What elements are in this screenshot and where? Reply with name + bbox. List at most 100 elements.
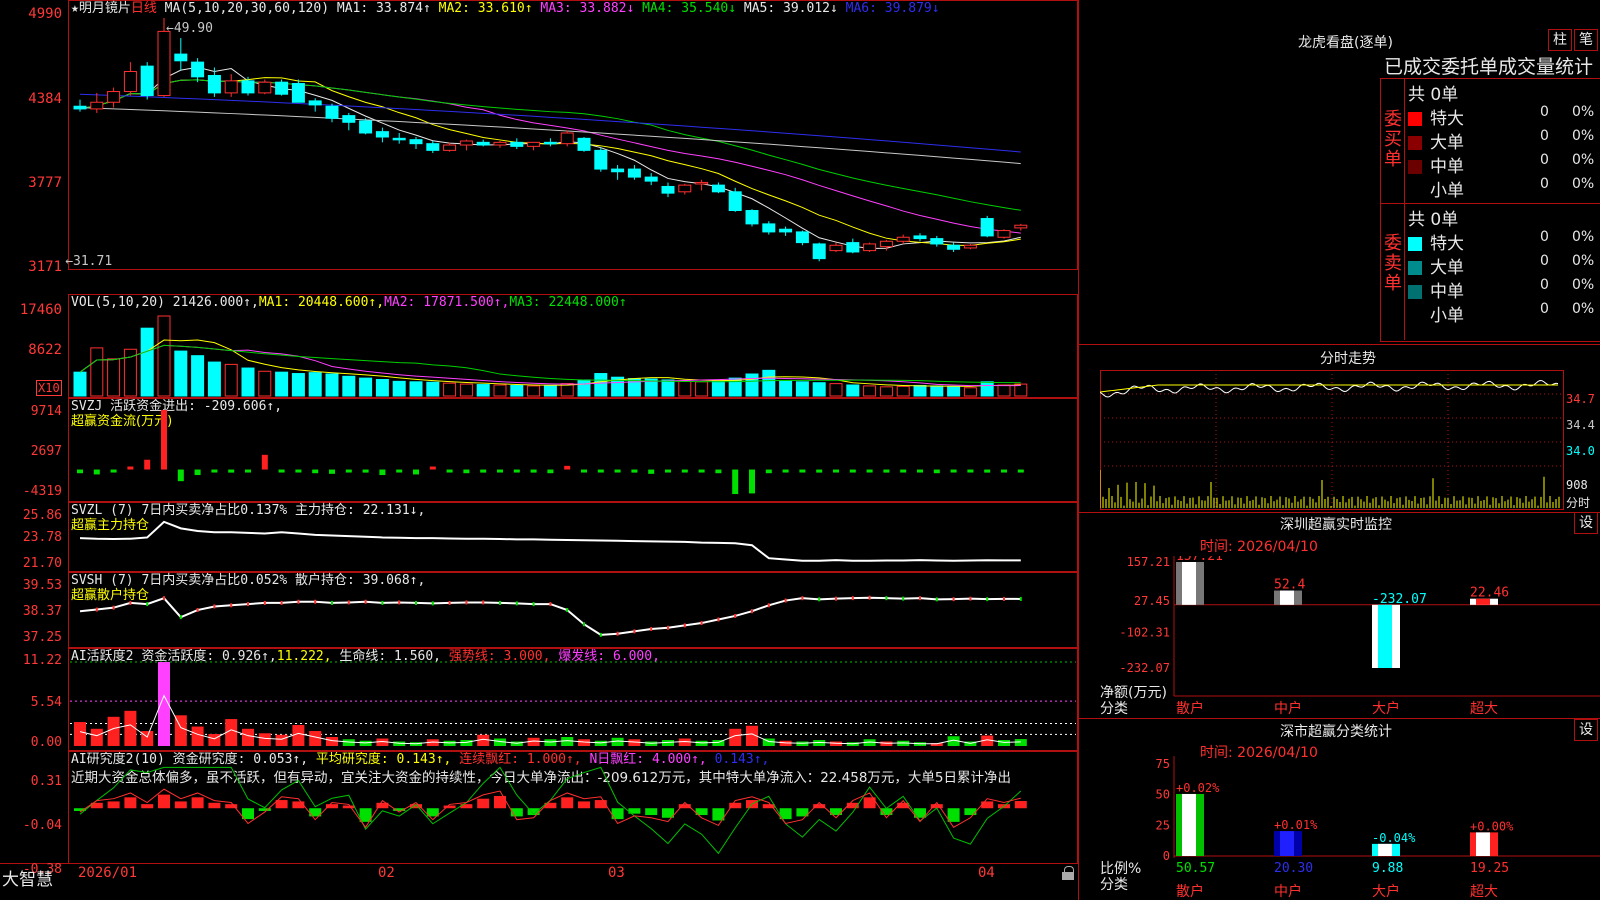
candle-body (174, 53, 188, 62)
monitor-category-label: 大户 (1372, 701, 1400, 717)
low-marker: ←31.71 (65, 254, 112, 269)
order-type-label: 大单 (1430, 133, 1464, 153)
volume-bar (863, 385, 877, 397)
class-change-label: +0.02% (1176, 781, 1220, 795)
intraday-vol: 908 (1566, 478, 1588, 492)
monitor-ytick: -102.31 (1119, 626, 1170, 640)
active-bar (695, 740, 708, 746)
volume-bar (661, 379, 675, 397)
intraday-avg-line (1100, 384, 1558, 393)
class-settings-button[interactable]: 设 (1574, 719, 1598, 741)
intraday-price-1: 34.7 (1566, 392, 1595, 406)
volume-bar (375, 379, 389, 397)
candle-body (812, 243, 826, 260)
candle-body (661, 185, 675, 194)
class-value-label: 9.88 (1372, 861, 1403, 876)
active-bar (326, 737, 338, 746)
research-bar (645, 808, 658, 816)
monitor-bar (1176, 562, 1204, 605)
volume-bar (342, 375, 356, 397)
order-stat-row: 中单 0 0% (1408, 277, 1600, 302)
stat-mid-line (1380, 203, 1600, 204)
price-ma1-line (79, 66, 1021, 249)
volume-bar (73, 371, 87, 397)
monitor-svg: 157.21 27.45 -102.31 -232.07 157.21 52.4 -232.… (1119, 556, 1600, 697)
class-bar (1470, 832, 1498, 856)
research-bar (947, 808, 960, 822)
volume-bar (291, 373, 305, 397)
volume-bar (577, 379, 591, 397)
candle-body (947, 244, 961, 250)
monitor-value-label: 22.46 (1470, 586, 1509, 601)
active-line (79, 694, 1021, 745)
price-ma2-line (79, 77, 1021, 247)
order-stat-row: 小单 0 0% (1408, 301, 1600, 326)
monitor-settings-button[interactable]: 设 (1574, 512, 1598, 534)
order-count: 0 (1540, 128, 1549, 144)
volume-bar (762, 369, 776, 397)
fund-flow-bar (345, 469, 352, 473)
volume-bar (711, 380, 725, 397)
sell-side-label: 委卖单 (1384, 233, 1402, 294)
volume-bar (543, 384, 557, 397)
fund-flow-bar (362, 469, 369, 473)
fund-flow-bar (245, 469, 251, 473)
class-ytick: 25 (1156, 818, 1170, 832)
order-stat-row: 特大 0 0% (1408, 104, 1600, 129)
fund-flow-bar (261, 454, 268, 470)
monitor-ytick: 27.45 (1134, 594, 1170, 608)
fund-flow-bar (396, 469, 403, 473)
order-count: 0 (1540, 301, 1549, 317)
volume-bar (476, 384, 490, 397)
research-bar (1014, 801, 1027, 809)
candle-body (224, 80, 238, 94)
volume-bar (913, 384, 927, 397)
volume-bar (963, 387, 977, 397)
intraday-price-2: 34.4 (1566, 418, 1595, 432)
color-swatch (1408, 160, 1422, 174)
class-svg: 75 50 25 0 +0.02% 50.57 散户 +0.01% 20.30 中户 -0.04% 9… (1156, 756, 1600, 900)
class-top-line (1078, 718, 1600, 719)
order-count: 0 (1540, 152, 1549, 168)
candle-body (107, 91, 121, 103)
buy-side-label: 委买单 (1384, 109, 1402, 170)
candle-body (476, 141, 490, 146)
active-bar (561, 737, 574, 746)
fund-flow-bar (177, 469, 184, 482)
fund-flow-bar (715, 469, 722, 474)
volume-bar (795, 381, 809, 397)
fund-flow-bar (127, 466, 134, 470)
class-ytick: 50 (1156, 788, 1170, 802)
monitor-ytick: 157.21 (1127, 556, 1170, 569)
zhu-button[interactable]: 柱 (1548, 29, 1572, 51)
fund-flow-bar (530, 469, 537, 473)
fund-flow-bar (799, 469, 806, 473)
research-bar (208, 802, 221, 809)
order-stat-row: 特大 0 0% (1408, 229, 1600, 254)
volume-bar (157, 315, 171, 397)
bi-button[interactable]: 笔 (1574, 29, 1598, 51)
candle-body (678, 184, 692, 193)
research-bar (124, 797, 137, 809)
candle-body (711, 184, 725, 193)
monitor-category-label: 散户 (1176, 701, 1204, 717)
fund-flow-bar (749, 469, 755, 494)
research-bar (275, 800, 288, 809)
order-pct: 0% (1572, 176, 1595, 192)
order-pct: 0% (1572, 128, 1595, 144)
volume-bar (527, 385, 541, 397)
volume-bar (258, 370, 272, 397)
active-bar (359, 740, 372, 746)
monitor-category-label: 中户 (1274, 701, 1302, 717)
fund-flow-bar (1001, 469, 1007, 473)
intraday-svg (1100, 370, 1564, 510)
volume-bar (392, 380, 406, 397)
candle-body (829, 244, 843, 252)
candle-body (913, 235, 927, 240)
volume-bar (745, 373, 759, 397)
monitor-bar (1372, 604, 1400, 668)
fund-flow-bar (312, 469, 319, 474)
main-holding-line (79, 520, 1021, 562)
research-bar (964, 808, 977, 816)
candle-body (443, 144, 457, 151)
